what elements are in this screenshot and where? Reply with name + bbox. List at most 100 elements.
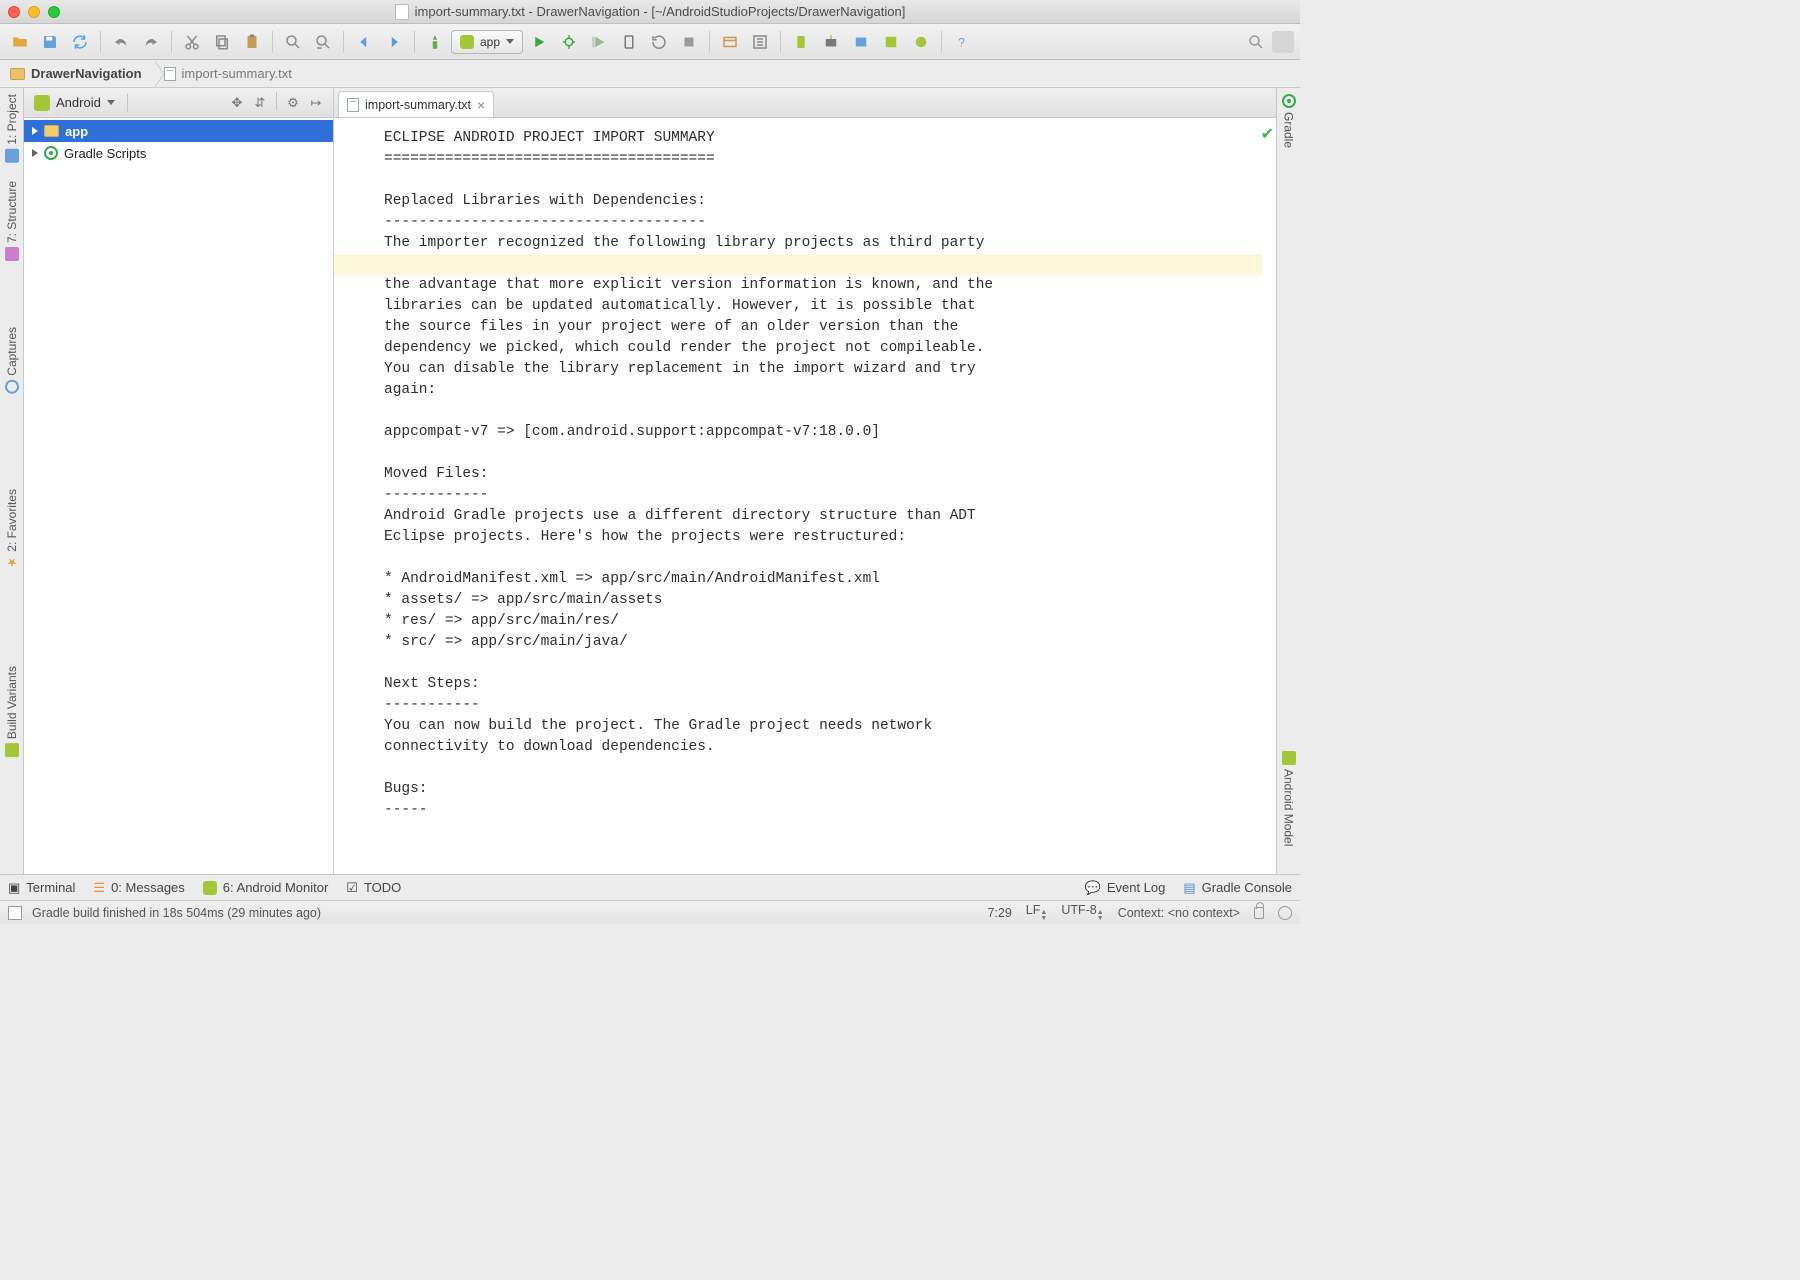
tool-tab-gradle[interactable]: Gradle	[1282, 94, 1296, 148]
main-area: 1: Project 7: Structure Captures ★2: Fav…	[0, 88, 1300, 874]
coverage-button[interactable]	[585, 28, 613, 56]
tool-tab-build-variants[interactable]: Build Variants	[5, 666, 19, 757]
separator	[343, 31, 344, 53]
tool-tab-android-model[interactable]: Android Model	[1282, 751, 1296, 846]
redo-button[interactable]	[137, 28, 165, 56]
sync-button[interactable]	[66, 28, 94, 56]
help-button[interactable]: ?	[948, 28, 976, 56]
tool-tab-favorites[interactable]: ★2: Favorites	[5, 489, 19, 570]
layout-inspector-button[interactable]	[877, 28, 905, 56]
tree-item-gradle-scripts[interactable]: Gradle Scripts	[24, 142, 333, 164]
project-panel: Android ✥ ⇵ ⚙ ↦ app Gradle Scripts	[24, 88, 334, 874]
stop-button[interactable]	[675, 28, 703, 56]
tool-tab-project[interactable]: 1: Project	[5, 94, 19, 163]
settings-button[interactable]: ⚙	[282, 92, 304, 114]
expand-arrow-icon[interactable]	[32, 149, 38, 157]
expand-arrow-icon[interactable]	[32, 127, 38, 135]
android-icon	[203, 881, 217, 895]
separator	[272, 31, 273, 53]
run-button[interactable]	[525, 28, 553, 56]
scroll-from-source-button[interactable]: ✥	[226, 92, 248, 114]
current-line-highlight	[334, 254, 1262, 275]
copy-button[interactable]	[208, 28, 236, 56]
tool-tab-structure[interactable]: 7: Structure	[5, 181, 19, 261]
status-toggle-button[interactable]	[8, 906, 22, 920]
user-avatar[interactable]	[1272, 31, 1294, 53]
messages-icon: ☰	[93, 880, 105, 896]
status-message: Gradle build finished in 18s 504ms (29 m…	[32, 906, 321, 920]
tool-tab-android-monitor[interactable]: 6: Android Monitor	[203, 880, 329, 895]
window-titlebar: import-summary.txt - DrawerNavigation - …	[0, 0, 1300, 24]
undo-button[interactable]	[107, 28, 135, 56]
window-title: import-summary.txt - DrawerNavigation - …	[415, 4, 906, 19]
debug-button[interactable]	[555, 28, 583, 56]
tree-item-label: app	[65, 124, 88, 139]
gradle-icon	[44, 146, 58, 160]
ide-status-icon[interactable]	[1278, 906, 1292, 920]
text-file-icon	[347, 98, 359, 112]
make-button[interactable]	[421, 28, 449, 56]
editor-tab[interactable]: import-summary.txt ×	[338, 91, 494, 117]
back-button[interactable]	[350, 28, 378, 56]
right-tool-strip: Gradle Android Model	[1276, 88, 1300, 874]
save-button[interactable]	[36, 28, 64, 56]
readonly-lock-icon[interactable]	[1254, 907, 1264, 919]
window-controls	[8, 6, 60, 18]
navigation-breadcrumb: DrawerNavigation import-summary.txt	[0, 60, 1300, 88]
forward-button[interactable]	[380, 28, 408, 56]
terminal-icon: ▣	[8, 880, 20, 896]
breadcrumb-label: DrawerNavigation	[31, 66, 142, 81]
tool-tab-messages[interactable]: ☰0: Messages	[93, 880, 184, 896]
tree-item-label: Gradle Scripts	[64, 146, 146, 161]
minimize-window-button[interactable]	[28, 6, 40, 18]
tool-tab-terminal[interactable]: ▣Terminal	[8, 880, 75, 896]
run-configuration-selector[interactable]: app	[451, 30, 523, 54]
caret-position[interactable]: 7:29	[987, 906, 1011, 920]
separator	[171, 31, 172, 53]
android-monitor-button[interactable]	[847, 28, 875, 56]
file-encoding[interactable]: UTF-8▲▼	[1061, 903, 1103, 922]
find-button[interactable]	[279, 28, 307, 56]
search-everywhere-button[interactable]	[1242, 28, 1270, 56]
line-separator[interactable]: LF▲▼	[1026, 903, 1048, 922]
document-icon	[395, 4, 409, 20]
android-icon	[34, 95, 50, 111]
editor-content[interactable]: ECLIPSE ANDROID PROJECT IMPORT SUMMARY =…	[334, 118, 1276, 831]
tool-tab-event-log[interactable]: 💬Event Log	[1085, 880, 1166, 896]
tool-tab-captures[interactable]: Captures	[5, 327, 19, 394]
sdk-manager-button[interactable]	[817, 28, 845, 56]
editor-area: import-summary.txt × ✔ ECLIPSE ANDROID P…	[334, 88, 1276, 874]
editor-viewport[interactable]: ✔ ECLIPSE ANDROID PROJECT IMPORT SUMMARY…	[334, 118, 1276, 874]
attach-debugger-button[interactable]	[615, 28, 643, 56]
project-structure-button[interactable]	[716, 28, 744, 56]
paste-button[interactable]	[238, 28, 266, 56]
apply-changes-button[interactable]	[645, 28, 673, 56]
close-window-button[interactable]	[8, 6, 20, 18]
breadcrumb-item-file[interactable]: import-summary.txt	[154, 60, 304, 87]
avd-manager-button[interactable]	[787, 28, 815, 56]
tool-tab-gradle-console[interactable]: ▤Gradle Console	[1183, 880, 1292, 896]
project-view-label: Android	[56, 95, 101, 110]
project-tree[interactable]: app Gradle Scripts	[24, 118, 333, 874]
sync-gradle-button[interactable]	[746, 28, 774, 56]
replace-button[interactable]	[309, 28, 337, 56]
cut-button[interactable]	[178, 28, 206, 56]
hide-button[interactable]: ↦	[305, 92, 327, 114]
project-view-selector[interactable]: Android	[30, 93, 119, 113]
editor-tab-label: import-summary.txt	[365, 98, 471, 112]
tool-tab-todo[interactable]: ☑TODO	[346, 880, 401, 896]
collapse-all-button[interactable]: ⇵	[249, 92, 271, 114]
inspection-ok-icon: ✔	[1261, 124, 1274, 144]
theme-editor-button[interactable]	[907, 28, 935, 56]
open-button[interactable]	[6, 28, 34, 56]
module-icon	[44, 125, 59, 137]
separator	[941, 31, 942, 53]
tree-item-app[interactable]: app	[24, 120, 333, 142]
close-tab-button[interactable]: ×	[477, 98, 485, 112]
breadcrumb-item-project[interactable]: DrawerNavigation	[0, 60, 154, 87]
context-indicator[interactable]: Context: <no context>	[1118, 906, 1240, 920]
breadcrumb-label: import-summary.txt	[182, 66, 292, 81]
folder-icon	[10, 68, 25, 80]
separator	[414, 31, 415, 53]
maximize-window-button[interactable]	[48, 6, 60, 18]
